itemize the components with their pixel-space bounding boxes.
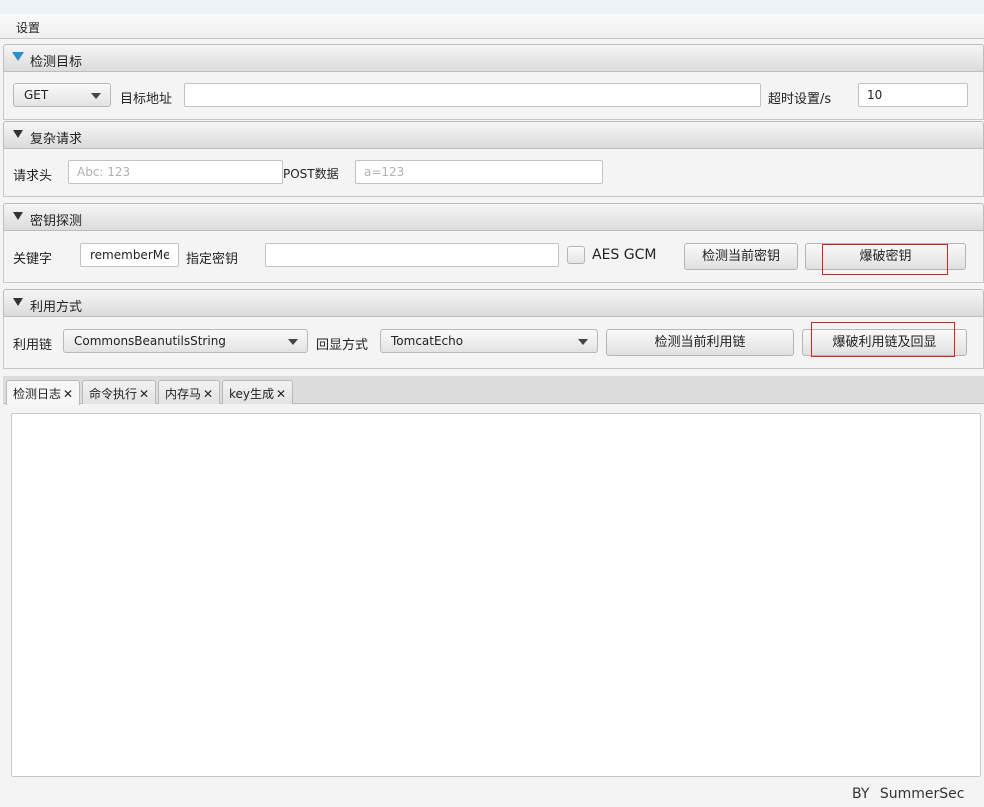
pane-header-complex-request[interactable]: 复杂请求 [3, 121, 984, 149]
menu-bar: 设置 [0, 14, 984, 39]
brute-chain-echo-button[interactable]: 爆破利用链及回显 [802, 329, 967, 356]
chain-select[interactable]: CommonsBeanutilsString [63, 329, 308, 353]
pane-body-key-detect: 关键字 指定密钥 AES GCM 检测当前密钥 爆破密钥 [3, 231, 984, 283]
close-icon[interactable]: ✕ [139, 387, 149, 401]
check-current-key-button[interactable]: 检测当前密钥 [684, 243, 798, 270]
window-top-strip [0, 0, 984, 14]
tab-key-gen[interactable]: key生成 ✕ [222, 380, 294, 404]
pane-body-complex-request: 请求头 POST数据 [3, 149, 984, 197]
timeout-input[interactable] [858, 83, 968, 107]
keyword-label: 关键字 [13, 252, 53, 267]
specify-key-label: 指定密钥 [186, 252, 239, 267]
pane-title-target: 检测目标 [30, 55, 83, 70]
chevron-down-icon [288, 339, 298, 345]
method-select[interactable]: GET [13, 83, 111, 107]
brute-key-button[interactable]: 爆破密钥 [805, 243, 966, 270]
tab-bar: 检测日志 ✕ 命令执行 ✕ 内存马 ✕ key生成 ✕ [3, 376, 984, 405]
close-icon[interactable]: ✕ [63, 387, 73, 401]
timeout-label: 超时设置/s [768, 92, 832, 107]
collapse-arrow-icon [12, 52, 24, 61]
check-current-chain-button[interactable]: 检测当前利用链 [606, 329, 794, 356]
chain-label: 利用链 [13, 338, 53, 353]
tab-label: 内存马 [165, 387, 202, 401]
tab-memshell[interactable]: 内存马 ✕ [158, 380, 221, 404]
chain-select-value: CommonsBeanutilsString [74, 334, 226, 348]
pane-body-target: GET 目标地址 超时设置/s [3, 72, 984, 120]
close-icon[interactable]: ✕ [276, 387, 286, 401]
pane-title-exploit: 利用方式 [30, 300, 83, 315]
keyword-input[interactable] [80, 243, 179, 267]
aes-gcm-label: AES GCM [592, 247, 657, 263]
specify-key-input[interactable] [265, 243, 559, 267]
post-data-label: POST数据 [283, 167, 339, 181]
echo-select-value: TomcatEcho [391, 334, 464, 348]
log-output-area[interactable] [11, 413, 981, 777]
echo-label: 回显方式 [316, 338, 369, 353]
pane-header-target[interactable]: 检测目标 [3, 44, 984, 72]
headers-input[interactable] [68, 160, 283, 184]
target-url-input[interactable] [184, 83, 761, 107]
pane-body-exploit: 利用链 CommonsBeanutilsString 回显方式 TomcatEc… [3, 317, 984, 369]
tab-label: key生成 [229, 387, 275, 401]
chevron-down-icon [578, 339, 588, 345]
collapse-arrow-icon [13, 298, 23, 306]
collapse-arrow-icon [13, 130, 23, 138]
post-data-input[interactable] [355, 160, 603, 184]
tab-detect-log[interactable]: 检测日志 ✕ [6, 380, 81, 405]
pane-header-exploit[interactable]: 利用方式 [3, 289, 984, 317]
headers-label: 请求头 [13, 169, 53, 184]
menu-settings[interactable]: 设置 [16, 19, 40, 36]
tab-label: 检测日志 [13, 387, 62, 401]
close-icon[interactable]: ✕ [203, 387, 213, 401]
url-label: 目标地址 [120, 92, 173, 107]
footer-credit: BY SummerSec [852, 786, 965, 802]
aes-gcm-checkbox[interactable] [567, 246, 585, 264]
collapse-arrow-icon [13, 212, 23, 220]
method-select-value: GET [24, 88, 49, 102]
tab-command-exec[interactable]: 命令执行 ✕ [82, 380, 157, 404]
pane-header-key-detect[interactable]: 密钥探测 [3, 203, 984, 231]
chevron-down-icon [91, 93, 101, 99]
pane-title-key-detect: 密钥探测 [30, 214, 83, 229]
tab-label: 命令执行 [89, 387, 138, 401]
pane-title-complex-request: 复杂请求 [30, 132, 83, 147]
echo-select[interactable]: TomcatEcho [380, 329, 598, 353]
